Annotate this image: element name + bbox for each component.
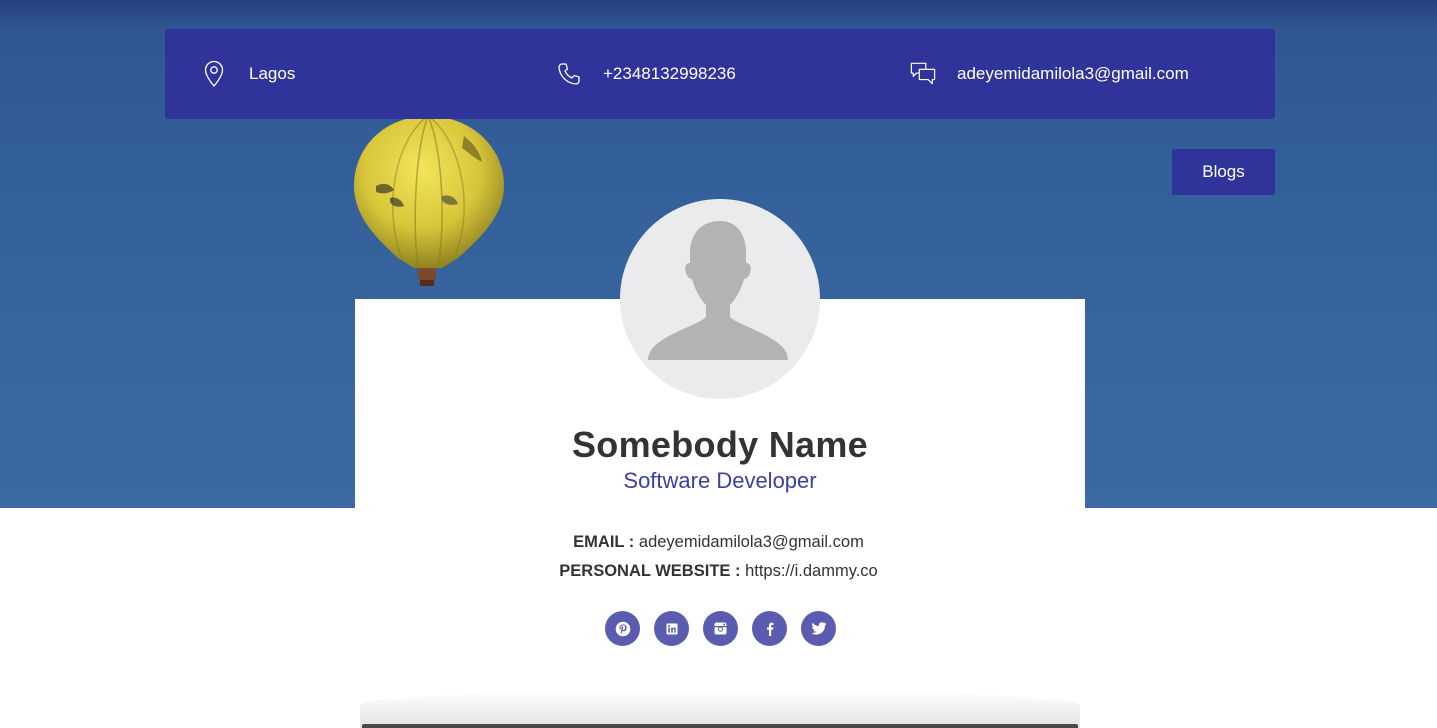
linkedin-icon [666,623,677,634]
facebook-button[interactable] [752,611,787,646]
social-links [605,611,836,646]
linkedin-button[interactable] [654,611,689,646]
blogs-button[interactable]: Blogs [1172,149,1275,195]
user-silhouette-icon [648,221,788,361]
profile-role: Software Developer [623,468,817,493]
email-text[interactable]: adeyemidamilola3@gmail.com [957,64,1189,84]
profile-details: EMAIL : adeyemidamilola3@gmail.com PERSO… [0,528,1437,586]
website-label: PERSONAL WEBSITE : [559,562,741,580]
website-value[interactable]: https://i.dammy.co [745,562,878,580]
hot-air-balloon-image [354,115,504,286]
pinterest-button[interactable] [605,611,640,646]
next-section-shadow [360,690,1080,728]
instagram-button[interactable] [703,611,738,646]
facebook-icon [766,622,773,636]
website-row: PERSONAL WEBSITE : https://i.dammy.co [0,557,1437,586]
map-pin-icon [201,59,227,89]
email-label: EMAIL : [573,533,635,551]
phone-item[interactable]: +2348132998236 [556,29,736,119]
pinterest-icon [615,621,630,636]
hero-top-shade [0,0,1437,30]
next-section-edge [362,724,1078,728]
location-item: Lagos [201,29,295,119]
email-row: EMAIL : adeyemidamilola3@gmail.com [0,528,1437,557]
location-text: Lagos [249,64,296,83]
twitter-icon [811,622,826,635]
instagram-icon [714,622,727,635]
phone-icon [556,59,582,89]
email-item[interactable]: adeyemidamilola3@gmail.com [910,29,1189,119]
contact-info-bar: Lagos +2348132998236 adeyemidamilola3@gm… [165,29,1275,119]
twitter-button[interactable] [801,611,836,646]
profile-name: Somebody Name [572,424,868,465]
email-value[interactable]: adeyemidamilola3@gmail.com [639,533,864,551]
chat-bubbles-icon [910,59,936,89]
avatar [620,199,820,399]
phone-text[interactable]: +2348132998236 [603,64,736,84]
